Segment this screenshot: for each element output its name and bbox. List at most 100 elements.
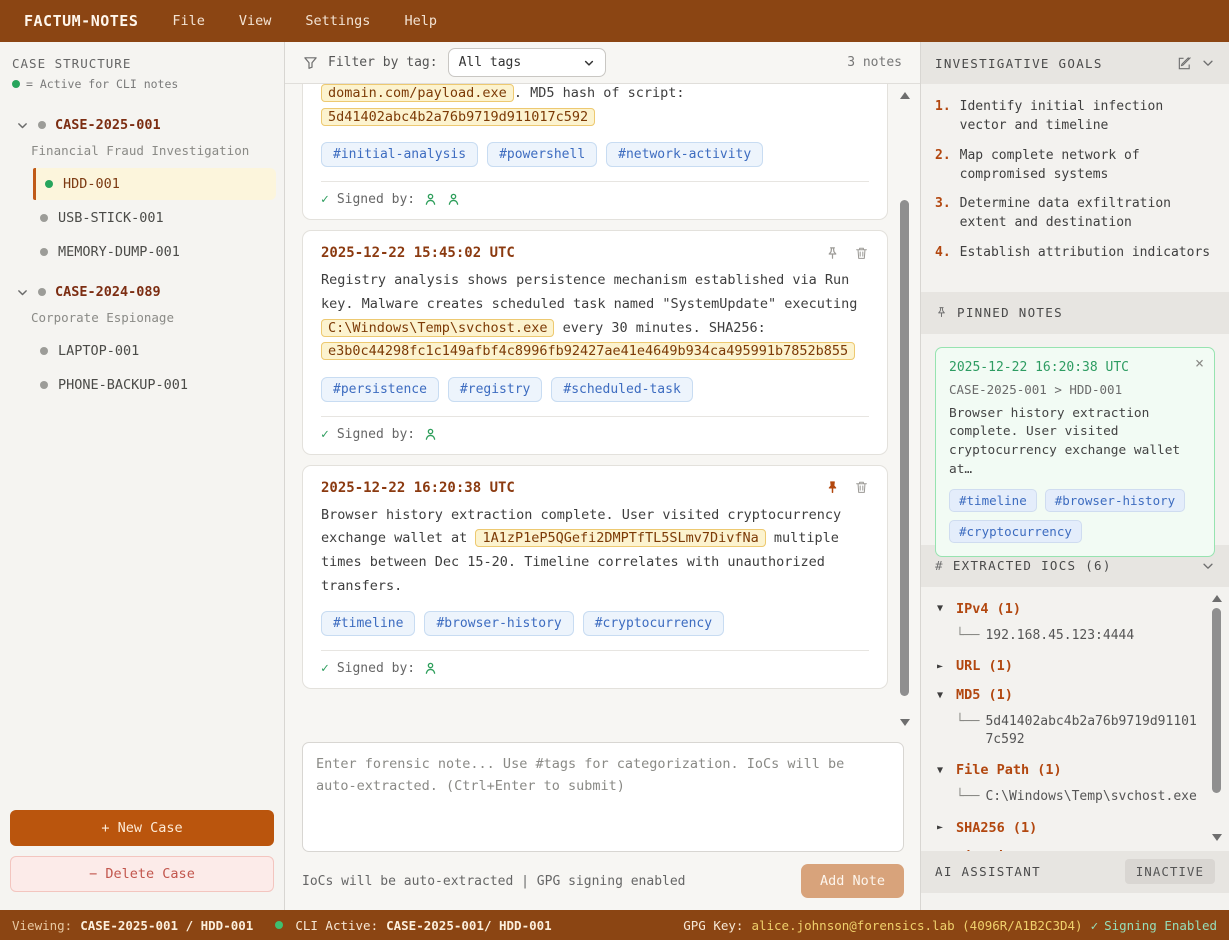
ioc-scrollbar-thumb[interactable] xyxy=(1212,608,1221,793)
ioc-category-sha256[interactable]: ►SHA256 (1) xyxy=(937,820,1199,836)
notes-column: Filter by tag: All tags 3 notes domain.c… xyxy=(285,42,920,910)
add-note-button[interactable]: Add Note xyxy=(801,864,904,898)
pin-note-icon[interactable] xyxy=(825,246,840,261)
goal-text: Determine data exfiltration extent and d… xyxy=(960,195,1215,233)
signed-check-icon: ✓ xyxy=(321,661,329,676)
ioc-value-row: └──192.168.45.123:4444 xyxy=(956,627,1199,645)
unpin-close-icon[interactable]: × xyxy=(1195,354,1204,372)
evidence-item-memory-dump-001[interactable]: MEMORY-DUMP-001 xyxy=(28,236,276,268)
signed-check-icon: ✓ xyxy=(321,427,329,442)
signer-person-icon xyxy=(423,661,438,676)
scrollbar-thumb[interactable] xyxy=(900,200,909,696)
menu-item-settings[interactable]: Settings xyxy=(305,13,370,29)
tree-elbow-glyph: └── xyxy=(956,713,979,749)
ioc-category-file[interactable]: ▼File Path (1) xyxy=(937,762,1199,778)
filter-bar: Filter by tag: All tags 3 notes xyxy=(285,42,920,84)
note-timestamp: 2025-12-22 15:45:02 UTC xyxy=(321,245,515,261)
scroll-down-arrow[interactable] xyxy=(900,719,910,726)
new-case-button[interactable]: + New Case xyxy=(10,810,274,846)
case-header-case-2025-001[interactable]: CASE-2025-001 xyxy=(0,111,284,139)
tag-chip[interactable]: #timeline xyxy=(949,489,1037,512)
pinned-title: PINNED NOTES xyxy=(957,305,1063,320)
tag-chip[interactable]: #initial-analysis xyxy=(321,142,478,167)
note-input[interactable] xyxy=(302,742,904,852)
tag-chip[interactable]: #browser-history xyxy=(424,611,573,636)
sidebar-legend: = Active for CLI notes xyxy=(0,71,284,91)
ioc-value[interactable]: C:\Windows\Temp\svchost.exe xyxy=(985,788,1196,806)
case-header-case-2024-089[interactable]: CASE-2024-089 xyxy=(0,278,284,306)
signer-person-icon xyxy=(446,192,461,207)
ioc-scroll-up-arrow[interactable] xyxy=(1212,595,1222,602)
signing-enabled-status: ✓ Signing Enabled xyxy=(1091,918,1217,933)
note-card: 2025-12-22 16:20:38 UTCBrowser history e… xyxy=(302,465,888,690)
tag-chip[interactable]: #timeline xyxy=(321,611,415,636)
ioc-value-row: └── C:\Windows\Temp\svchost.exe xyxy=(956,788,1199,806)
note-tags: #initial-analysis #powershell #network-act… xyxy=(321,142,869,167)
iocs-collapse-chevron-icon[interactable] xyxy=(1201,559,1215,573)
ioc-category-label: File Path (1) xyxy=(956,762,1062,778)
notes-scrollbar[interactable] xyxy=(898,92,912,726)
tag-chip[interactable]: #persistence xyxy=(321,377,439,402)
delete-note-icon[interactable] xyxy=(854,480,869,495)
pin-note-icon[interactable] xyxy=(825,480,840,495)
tag-chip[interactable]: #browser-history xyxy=(1045,489,1185,512)
goal-item: 4.Establish attribution indicators xyxy=(935,244,1215,263)
ioc-scrollbar[interactable] xyxy=(1210,595,1223,841)
chevron-down-icon[interactable] xyxy=(16,119,29,132)
menu-item-view[interactable]: View xyxy=(239,13,272,29)
note-card: domain.com/payload.exe. MD5 hash of scri… xyxy=(302,84,888,220)
ioc-value[interactable]: 192.168.45.123:4444 xyxy=(985,627,1134,645)
pinned-note-breadcrumb: CASE-2025-001 > HDD-001 xyxy=(949,382,1202,397)
tag-filter-select[interactable]: All tags xyxy=(448,48,606,77)
case-tree: CASE-2025-001Financial Fraud Investigati… xyxy=(0,91,284,800)
tag-chip[interactable]: #scheduled-task xyxy=(551,377,692,402)
ioc-category-md5[interactable]: ▼MD5 (1) xyxy=(937,687,1199,703)
evidence-item-laptop-001[interactable]: LAPTOP-001 xyxy=(28,335,276,367)
ioc-category-label: IPv4 (1) xyxy=(956,601,1021,617)
pinned-note-date: 2025-12-22 16:20:38 UTC xyxy=(949,360,1202,375)
pinned-notes-header: PINNED NOTES xyxy=(921,292,1229,334)
ioc-tree-items: ▼IPv4 (1)└──192.168.45.123:4444►URL (1)▼… xyxy=(937,601,1199,851)
filter-label: Filter by tag: xyxy=(328,55,438,70)
menu-item-help[interactable]: Help xyxy=(404,13,437,29)
pin-icon xyxy=(935,306,948,319)
ioc-chip[interactable]: e3b0c44298fc1c149afbf4c8996fb92427ae41e4… xyxy=(321,342,855,360)
tag-chip[interactable]: #network-activity xyxy=(606,142,763,167)
evidence-label: MEMORY-DUMP-001 xyxy=(58,244,180,260)
case-subtitle: Corporate Espionage xyxy=(0,306,284,333)
ioc-chip[interactable]: 1A1zP1eP5QGefi2DMPTfTL5SLmv7DivfNa xyxy=(475,529,765,547)
edit-icon[interactable] xyxy=(1177,56,1192,71)
delete-note-icon[interactable] xyxy=(854,246,869,261)
case-status-dot xyxy=(38,121,46,129)
chevron-down-icon[interactable] xyxy=(16,286,29,299)
ioc-chip[interactable]: 5d41402abc4b2a76b9719d911017c592 xyxy=(321,108,595,126)
menu-item-file[interactable]: File xyxy=(172,13,205,29)
filter-icon xyxy=(303,55,318,70)
goals-collapse-chevron-icon[interactable] xyxy=(1201,56,1215,70)
delete-case-button[interactable]: − Delete Case xyxy=(10,856,274,892)
ioc-chip[interactable]: C:\Windows\Temp\svchost.exe xyxy=(321,319,554,337)
tag-chip[interactable]: #registry xyxy=(448,377,542,402)
pinned-note-card: × 2025-12-22 16:20:38 UTC CASE-2025-001 … xyxy=(935,347,1215,557)
evidence-item-hdd-001[interactable]: HDD-001 xyxy=(33,168,276,200)
ioc-scroll-down-arrow[interactable] xyxy=(1212,834,1222,841)
note-signature-row: ✓Signed by: xyxy=(321,650,869,676)
evidence-item-phone-backup-001[interactable]: PHONE-BACKUP-001 xyxy=(28,369,276,401)
tree-elbow-glyph: └── xyxy=(956,788,979,806)
goal-text: Identify initial infection vector and ti… xyxy=(960,98,1215,136)
ioc-category-bitcoin[interactable]: ►Bitcoin (1) xyxy=(937,849,1199,851)
status-bar: Viewing: CASE-2025-001 / HDD-001 CLI Act… xyxy=(0,910,1229,940)
ioc-value-row: └── 5d41402abc4b2a76b9719d911017c592 xyxy=(956,713,1199,749)
ioc-category-ipv4[interactable]: ▼IPv4 (1) xyxy=(937,601,1199,617)
tag-chip[interactable]: #cryptocurrency xyxy=(583,611,724,636)
ioc-value[interactable]: 5d41402abc4b2a76b9719d911017c592 xyxy=(985,713,1199,749)
ioc-chip[interactable]: domain.com/payload.exe xyxy=(321,84,514,102)
tag-chip[interactable]: #cryptocurrency xyxy=(949,520,1082,543)
evidence-status-dot xyxy=(40,381,48,389)
scroll-up-arrow[interactable] xyxy=(900,92,910,99)
goal-number: 1. xyxy=(935,98,951,136)
evidence-item-usb-stick-001[interactable]: USB-STICK-001 xyxy=(28,202,276,234)
ioc-category-url[interactable]: ►URL (1) xyxy=(937,658,1199,674)
evidence-status-dot xyxy=(45,180,53,188)
tag-chip[interactable]: #powershell xyxy=(487,142,597,167)
